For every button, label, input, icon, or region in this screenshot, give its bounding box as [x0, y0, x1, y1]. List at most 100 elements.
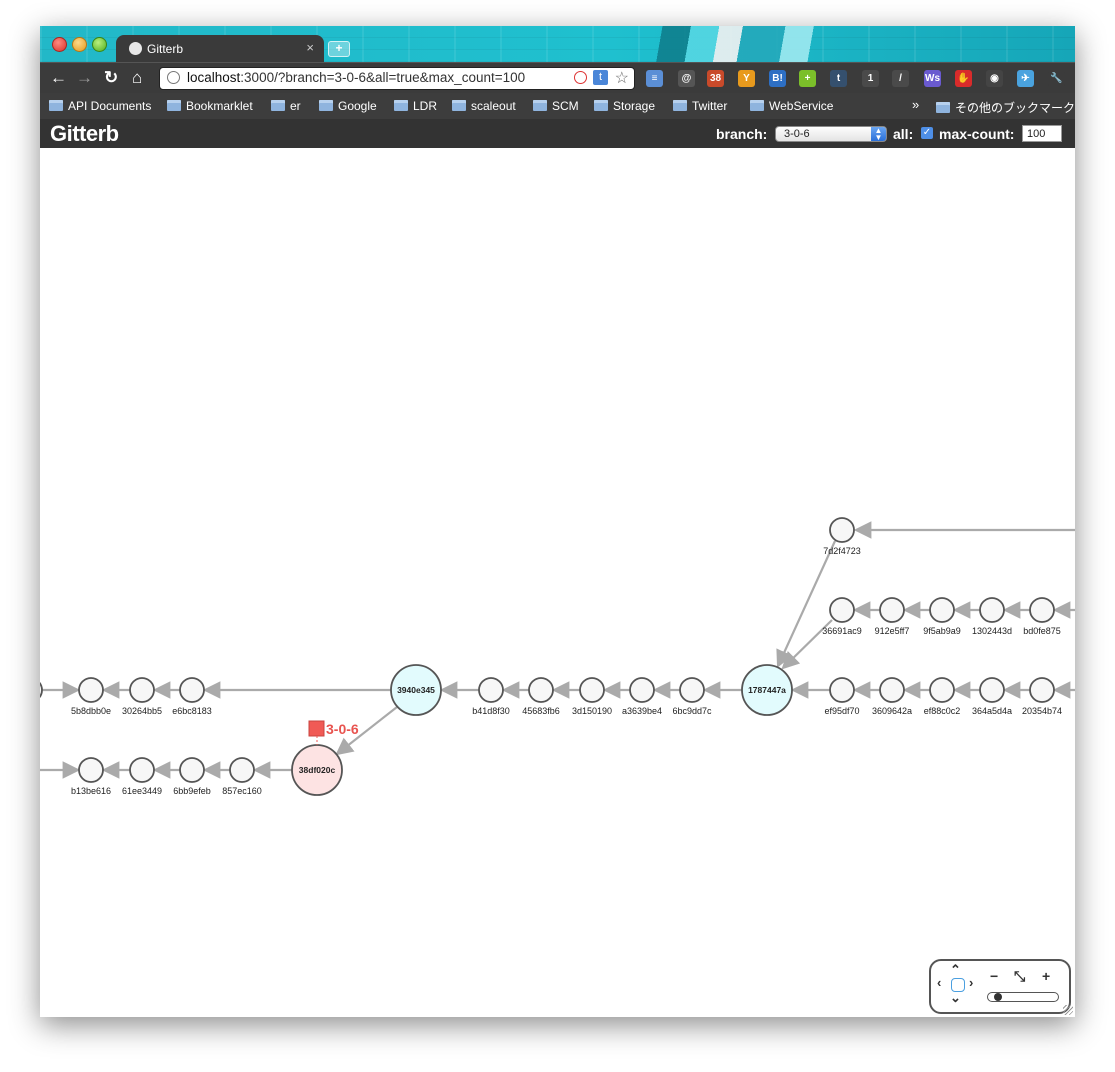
commit-node[interactable]: ef95df70 — [824, 677, 860, 716]
commit-node[interactable]: 30264bb5 — [122, 677, 162, 716]
bookmark-scm[interactable]: SCM — [533, 99, 579, 113]
commit-circle[interactable] — [879, 597, 905, 623]
commit-circle[interactable] — [528, 677, 554, 703]
commit-circle[interactable] — [579, 677, 605, 703]
commit-circle[interactable] — [979, 677, 1005, 703]
tumblr-icon[interactable]: t — [593, 70, 608, 85]
tumblr-extension-icon[interactable]: t — [830, 70, 847, 87]
commit-circle[interactable] — [1029, 677, 1055, 703]
window-close-button[interactable] — [52, 37, 67, 52]
all-checkbox[interactable]: ✓ — [921, 127, 933, 139]
commit-circle[interactable] — [1029, 597, 1055, 623]
commit-node[interactable]: a3639be4 — [622, 677, 662, 716]
commit-circle[interactable] — [78, 677, 104, 703]
commit-circle[interactable] — [929, 677, 955, 703]
commit-node[interactable]: 45683fb6 — [522, 677, 560, 716]
url-text[interactable]: localhost:3000/?branch=3-0-6&all=true&ma… — [187, 70, 525, 85]
bird-extension-icon[interactable]: ✈ — [1017, 70, 1034, 87]
feed-extension-icon[interactable]: 38 — [707, 70, 724, 87]
commit-node[interactable]: 1302443d — [972, 597, 1012, 636]
commit-circle[interactable] — [829, 517, 855, 543]
bookmark-er[interactable]: er — [271, 99, 301, 113]
pen-extension-icon[interactable]: / — [892, 70, 909, 87]
max-count-input[interactable]: 100 — [1022, 125, 1062, 142]
window-zoom-button[interactable] — [92, 37, 107, 52]
zoom-out-button[interactable]: − — [990, 968, 998, 984]
bookmark-api-documents[interactable]: API Documents — [49, 99, 151, 113]
commit-circle-partial[interactable] — [40, 678, 43, 702]
commit-circle[interactable] — [129, 677, 155, 703]
commit-node[interactable]: 3940e345 — [390, 664, 442, 716]
commit-node[interactable]: 3d150190 — [572, 677, 612, 716]
commit-circle[interactable] — [229, 757, 255, 783]
address-bar[interactable]: localhost:3000/?branch=3-0-6&all=true&ma… — [159, 67, 635, 90]
branch-select[interactable]: 3-0-6 ▲ ▼ — [775, 126, 887, 142]
grid-extension-icon[interactable]: + — [799, 70, 816, 87]
forward-button[interactable]: → — [76, 68, 93, 88]
commit-circle[interactable] — [879, 677, 905, 703]
hand-pan-icon[interactable] — [951, 978, 965, 992]
commit-node[interactable]: 9f5ab9a9 — [923, 597, 961, 636]
bookmark-bookmarklet[interactable]: Bookmarklet — [167, 99, 253, 113]
stop-extension-icon[interactable]: ✋ — [955, 70, 972, 87]
rss-icon[interactable] — [574, 71, 587, 84]
wrench-icon[interactable]: 🔧 — [1048, 70, 1065, 87]
bookmark-google[interactable]: Google — [319, 99, 377, 113]
pan-down-button[interactable]: ⌄ — [950, 990, 961, 1006]
bookmarks-overflow-button[interactable]: » — [912, 97, 919, 112]
commit-node[interactable]: b13be616 — [71, 757, 111, 796]
commit-graph-svg[interactable]: 5b8dbb0e 30264bb5 e6bc8183 3940e345 b41d8f30… — [40, 148, 1075, 1017]
fork-knife-extension-icon[interactable]: Y — [738, 70, 755, 87]
commit-node[interactable]: 61ee3449 — [122, 757, 162, 796]
pan-left-button[interactable]: ‹ — [937, 975, 941, 990]
commit-circle[interactable] — [129, 757, 155, 783]
pan-right-button[interactable]: › — [969, 975, 973, 990]
commit-node[interactable]: 36691ac9 — [822, 597, 862, 636]
commit-graph[interactable]: 5b8dbb0e 30264bb5 e6bc8183 3940e345 b41d8f30… — [40, 148, 1075, 1017]
mail-extension-icon[interactable]: @ — [678, 70, 695, 87]
commit-circle[interactable] — [78, 757, 104, 783]
commit-node[interactable]: e6bc8183 — [172, 677, 212, 716]
commit-circle[interactable] — [179, 757, 205, 783]
hatena-bookmark-icon[interactable]: B! — [769, 70, 786, 87]
commit-circle[interactable] — [829, 677, 855, 703]
commit-node[interactable]: 6bc9dd7c — [672, 677, 712, 716]
undo-extension-icon[interactable]: 1 — [862, 70, 879, 87]
commit-node[interactable]: 20354b74 — [1022, 677, 1062, 716]
commit-node[interactable]: ef88c0c2 — [924, 677, 961, 716]
commit-circle[interactable] — [979, 597, 1005, 623]
bookmark-star-icon[interactable]: ☆ — [615, 68, 629, 88]
commit-node[interactable]: 857ec160 — [222, 757, 262, 796]
commit-node[interactable]: 912e5ff7 — [875, 597, 910, 636]
commit-node[interactable]: 1787447a — [741, 664, 793, 716]
back-button[interactable]: ← — [50, 68, 67, 88]
commit-circle[interactable] — [179, 677, 205, 703]
commit-node[interactable]: 6bb9efeb — [173, 757, 211, 796]
bookmark-ldr[interactable]: LDR — [394, 99, 437, 113]
resize-grip[interactable] — [1063, 1005, 1073, 1015]
bookmark-scaleout[interactable]: scaleout — [452, 99, 516, 113]
commit-circle[interactable] — [478, 677, 504, 703]
fit-to-screen-button[interactable]: ⤡ — [1014, 968, 1025, 985]
commit-node[interactable]: 5b8dbb0e — [71, 677, 111, 716]
bookmark-storage[interactable]: Storage — [594, 99, 655, 113]
commit-node[interactable]: bd0fe875 — [1023, 597, 1061, 636]
commit-node[interactable]: 3609642a — [872, 677, 912, 716]
color-wheel-extension-icon[interactable]: ◉ — [986, 70, 1003, 87]
tab-gitterb[interactable]: Gitterb × — [116, 35, 324, 62]
zoom-slider-handle[interactable] — [994, 993, 1002, 1001]
commit-circle[interactable] — [829, 597, 855, 623]
home-button[interactable]: ⌂ — [132, 68, 142, 88]
commit-circle[interactable] — [629, 677, 655, 703]
tab-close-button[interactable]: × — [306, 40, 314, 55]
ws-extension-icon[interactable]: Ws — [924, 70, 941, 87]
zoom-in-button[interactable]: + — [1042, 968, 1050, 984]
bookmark-twitter[interactable]: Twitter — [673, 99, 727, 113]
pan-up-button[interactable]: ⌃ — [950, 962, 961, 978]
commit-node[interactable]: 7d2f4723 — [823, 517, 861, 556]
commit-node[interactable]: 364a5d4a — [972, 677, 1012, 716]
new-tab-button[interactable]: + — [328, 41, 350, 57]
commit-circle[interactable] — [679, 677, 705, 703]
reload-button[interactable]: ↻ — [104, 68, 118, 88]
commit-node[interactable]: 38df020c — [291, 744, 343, 796]
